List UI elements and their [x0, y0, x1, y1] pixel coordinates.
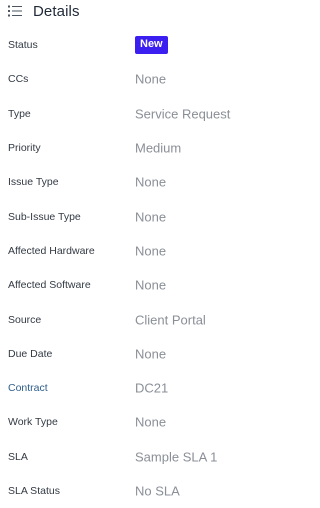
field-label-ccs: CCs [8, 73, 29, 86]
field-row-due-date: Due Date None [0, 337, 258, 371]
field-value-ccs[interactable]: None [135, 72, 166, 87]
field-value-priority[interactable]: Medium [135, 141, 181, 156]
field-row-source: Source Client Portal [0, 302, 258, 336]
contract-link[interactable]: Contract [8, 382, 48, 394]
field-value-source[interactable]: Client Portal [135, 312, 206, 327]
field-label-affected-software: Affected Software [8, 279, 91, 292]
details-list: Status New CCs None Type Service Request… [0, 28, 258, 508]
list-icon [8, 5, 22, 17]
field-value-issue-type[interactable]: None [135, 175, 166, 190]
field-value-work-type[interactable]: None [135, 415, 166, 430]
field-value-type[interactable]: Service Request [135, 106, 230, 121]
page-title: Details [33, 2, 80, 20]
field-row-sub-issue-type: Sub-Issue Type None [0, 199, 258, 233]
field-row-affected-software: Affected Software None [0, 268, 258, 302]
field-label-sla-status: SLA Status [8, 485, 60, 497]
details-header: Details [8, 0, 80, 22]
field-row-status: Status New [0, 28, 258, 62]
field-label-affected-hardware: Affected Hardware [8, 244, 95, 257]
field-label-source: Source [8, 313, 42, 326]
field-label-type: Type [8, 107, 31, 120]
status-badge[interactable]: New [135, 36, 168, 55]
field-row-contract: Contract DC21 [0, 371, 258, 405]
field-row-sla-status: SLA Status No SLA [0, 474, 258, 508]
field-label-work-type: Work Type [8, 416, 58, 429]
field-value-due-date[interactable]: None [135, 346, 166, 361]
field-value-affected-hardware[interactable]: None [135, 243, 166, 258]
field-row-work-type: Work Type None [0, 405, 258, 439]
field-row-priority: Priority Medium [0, 131, 258, 165]
field-label-priority: Priority [8, 142, 41, 155]
field-value-sub-issue-type[interactable]: None [135, 209, 166, 224]
field-value-sla[interactable]: Sample SLA 1 [135, 449, 217, 464]
field-row-ccs: CCs None [0, 62, 258, 96]
field-row-sla: SLA Sample SLA 1 [0, 440, 258, 474]
field-row-affected-hardware: Affected Hardware None [0, 234, 258, 268]
field-label-due-date: Due Date [8, 347, 53, 360]
field-label-issue-type: Issue Type [8, 176, 59, 189]
field-label-status: Status [8, 39, 38, 52]
field-value-sla-status: No SLA [135, 483, 180, 499]
field-value-affected-software[interactable]: None [135, 278, 166, 293]
field-row-type: Type Service Request [0, 97, 258, 131]
field-label-sla: SLA [8, 450, 28, 463]
field-value-contract[interactable]: DC21 [135, 381, 168, 396]
field-row-issue-type: Issue Type None [0, 165, 258, 199]
field-label-sub-issue-type: Sub-Issue Type [8, 210, 81, 223]
